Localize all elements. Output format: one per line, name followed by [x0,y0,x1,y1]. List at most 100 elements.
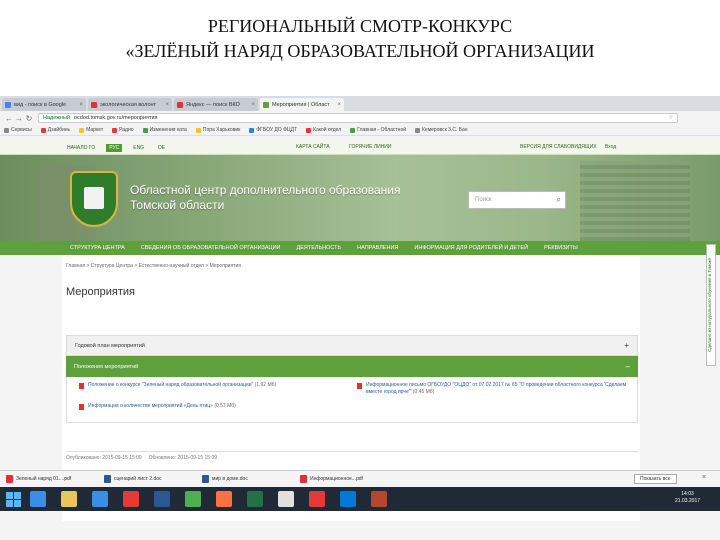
file-explorer-icon[interactable] [61,491,77,507]
word-file-icon [104,475,111,483]
lang-ru[interactable]: РУС [106,144,123,152]
browser-tab[interactable]: экологическая волонт × [88,98,172,111]
forward-icon[interactable]: → [14,114,24,123]
published-label: Опубликовано: [66,455,101,461]
building-illustration [580,161,690,241]
hotlines-link[interactable]: ГОРЯЧИЕ ЛИНИИ [349,144,391,150]
document-link[interactable]: Положение о конкурсе "Зеленый наряд обра… [79,382,339,389]
expand-icon[interactable]: + [624,341,629,350]
bookmark-star-icon[interactable]: ☆ [668,115,673,121]
updated-label: Обновлено: [148,455,177,461]
browser-tab-active[interactable]: Мероприятия | Област × [260,98,344,111]
firefox-icon[interactable] [216,491,232,507]
downloads-bar: Зеленый наряд 01....pdf сценарий лист 2.… [0,470,720,487]
pdf-reader-icon[interactable] [309,491,325,507]
published-date: 2015-09-15 15:09 [102,455,142,461]
bookmark-item[interactable]: Кемеровск 3.С. Бан [415,127,468,133]
close-tab-icon[interactable]: × [251,102,255,108]
bookmark-item[interactable]: Главная - Областной [350,127,406,133]
nav-item-parents[interactable]: ИНФОРМАЦИЯ ДЛЯ РОДИТЕЛЕЙ И ДЕТЕЙ [406,245,536,251]
nav-item-structure[interactable]: СТРУКТУРА ЦЕНТРА [62,245,133,251]
page-title: Мероприятия [66,286,135,298]
back-icon[interactable]: ← [4,114,14,123]
secure-label: Надежный [43,115,70,121]
windows-start-icon[interactable] [4,490,22,508]
bookmark-icon [142,127,148,133]
download-item[interactable]: Зеленый наряд 01....pdf [6,475,98,483]
pdf-file-icon [300,475,307,483]
pdf-file-icon [6,475,13,483]
collapse-icon[interactable]: – [626,362,630,371]
nav-item-requisites[interactable]: РЕКВИЗИТЫ [536,245,586,251]
bookmark-icon [40,127,46,133]
breadcrumb[interactable]: Главная > Структура Центра > Естественно… [66,263,241,269]
publication-meta: Опубликовано: 2015-09-15 15:09 Обновлено… [66,451,638,463]
tab-strip: вид - поиск в Google × экологическая воло… [0,96,720,111]
close-tab-icon[interactable]: × [79,102,83,108]
document-link[interactable]: Информационное письмо ОГБОУДО "ОЦДО" от … [357,382,627,396]
bookmark-icon [249,127,255,133]
updated-date: 2015-09-15 15:09 [177,455,218,461]
accordion-regulations[interactable]: Положения мероприятий – [66,356,638,377]
powerpoint-icon[interactable] [371,491,387,507]
media-player-icon[interactable] [278,491,294,507]
download-item[interactable]: мир в доме.doc [202,475,294,483]
document-link[interactable]: Информация о количестве мероприятий «Ден… [79,403,339,410]
nav-item-info[interactable]: СВЕДЕНИЯ ОБ ОБРАЗОВАТЕЛЬНОЙ ОРГАНИЗАЦИИ [133,245,289,251]
reload-icon[interactable]: ↻ [24,114,34,123]
download-item[interactable]: Информационное...pdf [300,475,392,483]
lang-de[interactable]: DE [155,144,168,152]
topbar-links: КАРТА САЙТА ГОРЯЧИЕ ЛИНИИ [296,144,410,150]
bookmark-item[interactable]: ФГБОУ ДО ФЦДТ [249,127,297,133]
sitemap-link[interactable]: КАРТА САЙТА [296,144,330,150]
site-header-banner: Областной центр дополнительного образова… [0,155,720,241]
edge-icon[interactable] [30,491,46,507]
store-icon[interactable] [92,491,108,507]
side-badge[interactable]: Сделано из натурального обучения в Томск… [706,244,716,366]
nav-item-directions[interactable]: НАПРАВЛЕНИЯ [349,245,406,251]
nav-item-activity[interactable]: ДЕЯТЕЛЬНОСТЬ [289,245,350,251]
pdf-icon [79,383,84,389]
tab-label: экологическая волонт [100,101,157,108]
bookmark-item[interactable]: Сервисы [4,127,32,133]
bookmark-item[interactable]: Дзайбинь [40,127,70,133]
word-icon[interactable] [154,491,170,507]
site-topbar: НАЧАЛО ГО РУС ENG DE КАРТА САЙТА ГОРЯЧИЕ… [0,141,720,155]
bookmark-item[interactable]: Изменения ката [142,127,187,133]
slide-title-line-2: «ЗЕЛЁНЫЙ НАРЯД ОБРАЗОВАТЕЛЬНОЙ ОРГАНИЗАЦ… [125,41,595,61]
coat-of-arms-icon[interactable] [70,171,118,227]
accessibility-link[interactable]: ВЕРСИЯ ДЛЯ СЛАБОВИДЯЩИХ [520,144,597,150]
search-icon[interactable]: ⌕ [557,195,561,205]
bookmark-icon [195,127,201,133]
pdf-icon [79,404,84,410]
browser-screenshot: вид - поиск в Google × экологическая воло… [0,96,720,540]
chrome-icon[interactable] [185,491,201,507]
word-file-icon [202,475,209,483]
home-link[interactable]: НАЧАЛО ГО [64,144,98,152]
bookmark-item[interactable]: Какой отдел [306,127,341,133]
browser-tab[interactable]: вид - поиск в Google × [2,98,86,111]
bookmark-icon [350,127,356,133]
bookmark-item[interactable]: Пора Харьковик [195,127,240,133]
favicon-icon [263,101,269,108]
documents-list: Положение о конкурсе "Зеленый наряд обра… [66,377,638,423]
close-tab-icon[interactable]: × [165,102,169,108]
skype-icon[interactable] [340,491,356,507]
excel-icon[interactable] [247,491,263,507]
close-downloads-icon[interactable]: × [702,474,706,481]
bookmark-item[interactable]: Радио [112,127,134,133]
accordion-annual-plan[interactable]: Годовой план мероприятий + [66,335,638,356]
bookmark-item[interactable]: Маркет [79,127,103,133]
browser-tab[interactable]: Яндекс — поиск ВКО × [174,98,258,111]
system-clock[interactable]: 14:03 21.03.2017 [675,491,700,505]
login-link[interactable]: Вход [605,144,616,150]
download-item[interactable]: сценарий лист 2.doc [104,475,196,483]
address-bar: ← → ↻ Надежный ocdod.tomsk.gov.ru/mеропр… [0,111,720,125]
url-input[interactable]: Надежный ocdod.tomsk.gov.ru/mероприятия … [38,113,678,123]
site-name[interactable]: Областной центр дополнительного образова… [130,183,401,213]
show-all-downloads-button[interactable]: Показать все [634,474,677,484]
search-input[interactable]: Поиск ⌕ [468,191,566,209]
opera-icon[interactable] [123,491,139,507]
lang-en[interactable]: ENG [130,144,147,152]
close-tab-icon[interactable]: × [337,102,341,108]
